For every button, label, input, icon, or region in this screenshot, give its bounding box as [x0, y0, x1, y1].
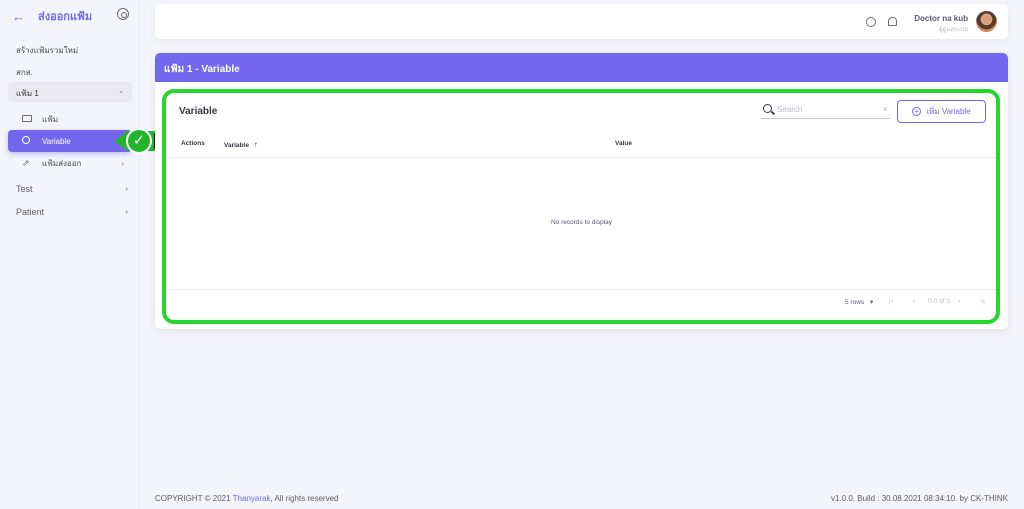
copyright-prefix: COPYRIGHT © 2021	[155, 494, 233, 503]
page-range: 0-0 of 0	[928, 298, 951, 305]
next-page-icon[interactable]: ›	[958, 298, 960, 305]
sidebar: ← ส่งออกแฟ้ม สร้างแฟ้มรวมใหม่ สกส. แฟ้ม …	[0, 0, 140, 509]
sidebar-item-label: แฟ้มส่งออก	[42, 158, 82, 168]
sidebar-header: ← ส่งออกแฟ้ม	[12, 8, 129, 24]
top-navbar: Doctor na kub ผู้ดูแลระบบ	[155, 4, 1008, 39]
column-header-label: Variable	[224, 142, 249, 149]
bell-icon[interactable]	[888, 17, 897, 26]
chat-icon[interactable]	[866, 17, 876, 27]
chevron-right-icon: ›	[125, 207, 128, 216]
plus-circle-icon: +	[912, 107, 922, 116]
page-title: แฟ้ม 1 - Variable	[155, 53, 1008, 82]
sidebar-item-label: แฟ้ม	[42, 114, 59, 124]
search-icon	[763, 104, 772, 113]
copyright-suffix: , All rights reserved	[270, 494, 339, 503]
empty-message: No records to display	[550, 219, 613, 226]
sidebar-group-patient[interactable]: Patient ›	[16, 207, 128, 217]
sidebar-group-label: Test	[16, 184, 33, 194]
file-dropdown[interactable]: แฟ้ม 1 ⌄	[8, 82, 132, 102]
sort-arrow-up-icon: ↑	[253, 140, 258, 149]
chevron-down-icon: ⌄	[118, 88, 124, 95]
brand-link[interactable]: Thanyarak	[233, 494, 271, 503]
sidebar-link-sks[interactable]: สกส.	[16, 66, 33, 79]
sidebar-item-file[interactable]: แฟ้ม	[8, 108, 132, 130]
settings-icon[interactable]	[117, 8, 129, 20]
add-variable-label: เพิ่ม Variable	[926, 107, 971, 116]
circle-icon	[22, 136, 36, 146]
column-header-value: Value	[615, 140, 632, 147]
variable-card: แฟ้ม 1 - Variable Variable × + เพิ่ม Var…	[155, 53, 1008, 329]
column-header-variable[interactable]: Variable ↑	[224, 140, 258, 149]
chevron-right-icon: ›	[125, 184, 128, 193]
rows-per-page-value: 5 rows	[845, 299, 865, 306]
header-divider	[165, 157, 998, 158]
copyright: COPYRIGHT © 2021 Thanyarak, All rights r…	[155, 494, 338, 503]
first-page-icon[interactable]: |‹	[889, 298, 893, 305]
folder-icon	[22, 114, 36, 124]
caret-down-icon: ▾	[869, 299, 874, 306]
external-link-icon: ⇗	[22, 157, 30, 168]
sidebar-item-export-file[interactable]: ⇗ แฟ้มส่งออก ›	[8, 152, 132, 174]
footer-divider	[165, 289, 998, 290]
user-name[interactable]: Doctor na kub	[914, 14, 968, 23]
search-input[interactable]	[777, 103, 872, 116]
sidebar-link-new-file[interactable]: สร้างแฟ้มรวมใหม่	[16, 44, 78, 57]
table-title: Variable	[179, 106, 218, 117]
rows-per-page-select[interactable]: 5 rows ▾	[845, 298, 873, 306]
checkmark-icon: ✓	[126, 128, 152, 154]
last-page-icon[interactable]: ›|	[981, 298, 985, 305]
add-variable-button[interactable]: + เพิ่ม Variable	[897, 100, 986, 123]
search-box: ×	[761, 101, 890, 119]
close-icon[interactable]: ×	[883, 104, 888, 114]
chevron-right-icon: ›	[121, 158, 124, 168]
sidebar-group-test[interactable]: Test ›	[16, 184, 128, 194]
sidebar-item-label: Variable	[42, 136, 71, 146]
prev-page-icon[interactable]: ‹	[913, 298, 915, 305]
column-header-actions: Actions	[181, 140, 205, 147]
avatar[interactable]	[976, 11, 997, 32]
user-role: ผู้ดูแลระบบ	[938, 27, 968, 33]
version-info: v1.0.0. Build : 30.08.2021 08:34:10. by …	[831, 494, 1008, 503]
back-arrow-icon[interactable]: ←	[12, 9, 32, 24]
file-dropdown-label: แฟ้ม 1	[16, 89, 39, 98]
sidebar-group-label: Patient	[16, 207, 45, 217]
sidebar-title: ส่งออกแฟ้ม	[38, 11, 93, 23]
